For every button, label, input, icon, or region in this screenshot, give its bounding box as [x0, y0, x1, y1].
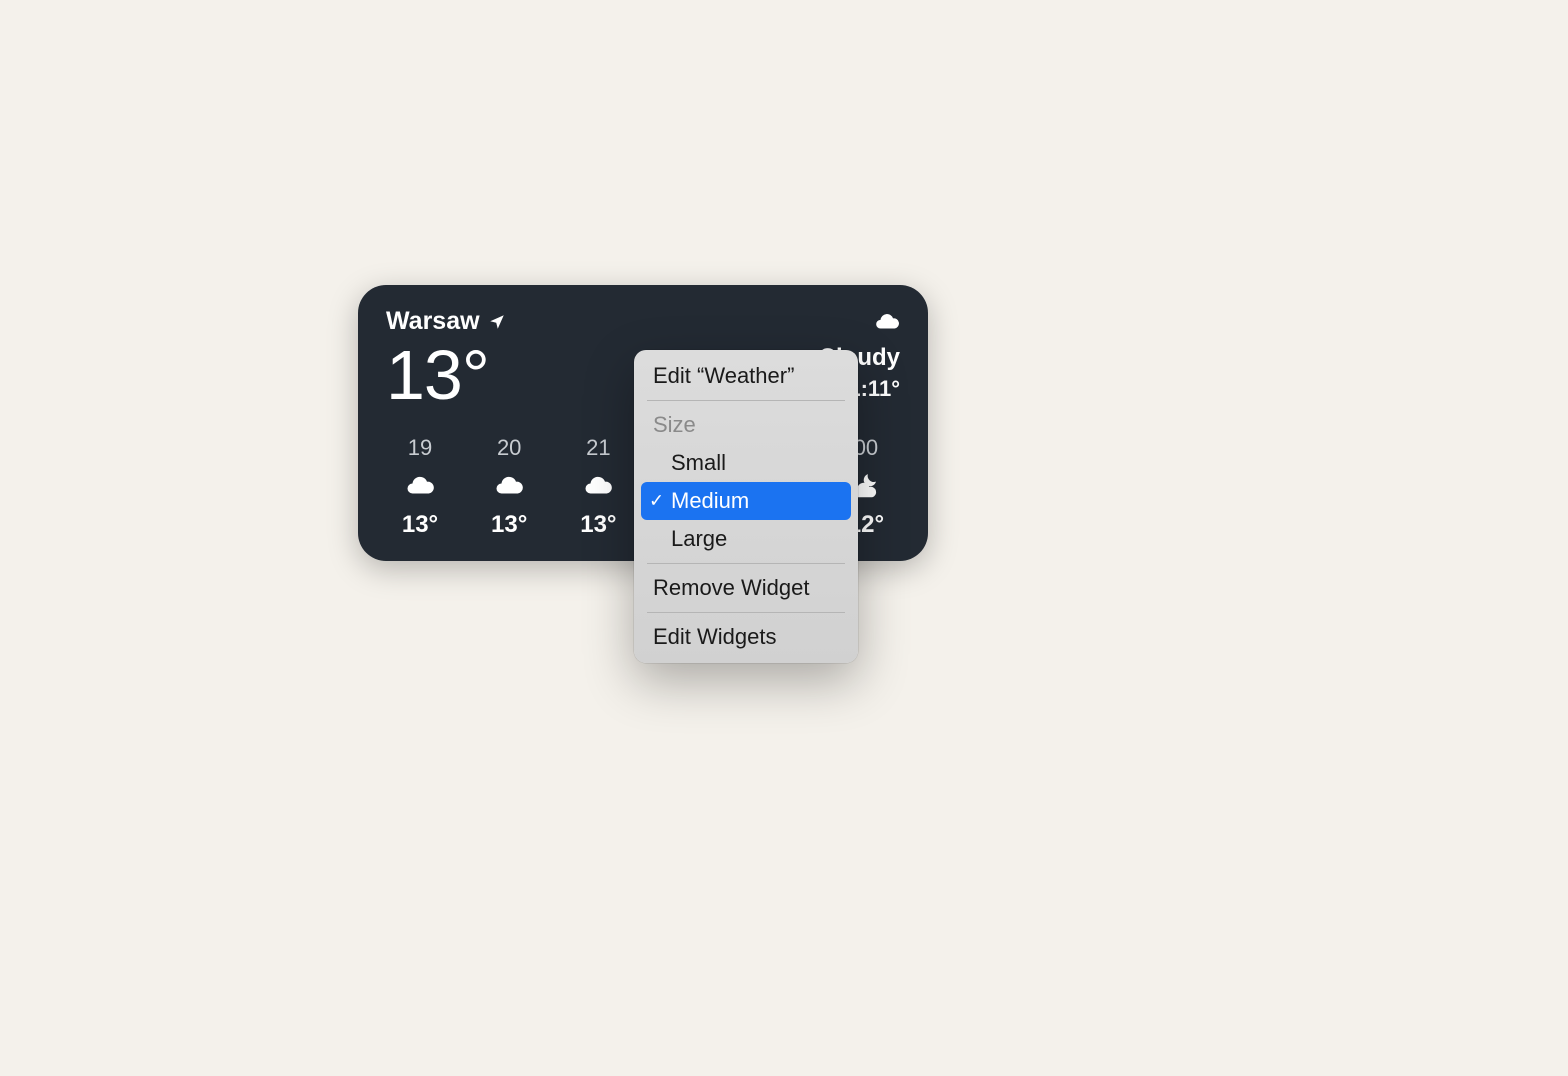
menu-edit-weather[interactable]: Edit “Weather” — [641, 357, 851, 395]
current-temperature: 13° — [386, 340, 506, 410]
location-name: Warsaw — [386, 309, 480, 334]
forecast-hour-label: 19 — [408, 435, 432, 461]
cloud-icon — [874, 309, 900, 340]
menu-size-medium[interactable]: ✓ Medium — [641, 482, 851, 520]
forecast-hour: 20 13° — [479, 435, 539, 539]
menu-separator — [647, 612, 845, 613]
checkmark-icon: ✓ — [649, 491, 664, 512]
menu-size-medium-label: Medium — [671, 488, 749, 513]
location-row: Warsaw — [386, 309, 506, 334]
widget-left: Warsaw 13° — [386, 309, 506, 410]
forecast-hour-label: 20 — [497, 435, 521, 461]
menu-separator — [647, 400, 845, 401]
widget-context-menu: Edit “Weather” Size Small ✓ Medium Large… — [634, 350, 858, 663]
menu-size-header: Size — [641, 406, 851, 444]
forecast-hour: 21 13° — [568, 435, 628, 539]
menu-size-small[interactable]: Small — [641, 444, 851, 482]
cloud-icon — [405, 471, 435, 501]
menu-remove-widget[interactable]: Remove Widget — [641, 569, 851, 607]
forecast-temperature: 13° — [580, 511, 616, 539]
menu-separator — [647, 563, 845, 564]
cloud-icon — [583, 471, 613, 501]
forecast-temperature: 13° — [491, 511, 527, 539]
cloud-icon — [494, 471, 524, 501]
menu-size-large[interactable]: Large — [641, 520, 851, 558]
forecast-hour: 19 13° — [390, 435, 450, 539]
menu-edit-widgets[interactable]: Edit Widgets — [641, 618, 851, 656]
forecast-temperature: 13° — [402, 511, 438, 539]
forecast-hour-label: 21 — [586, 435, 610, 461]
location-icon — [488, 313, 506, 331]
